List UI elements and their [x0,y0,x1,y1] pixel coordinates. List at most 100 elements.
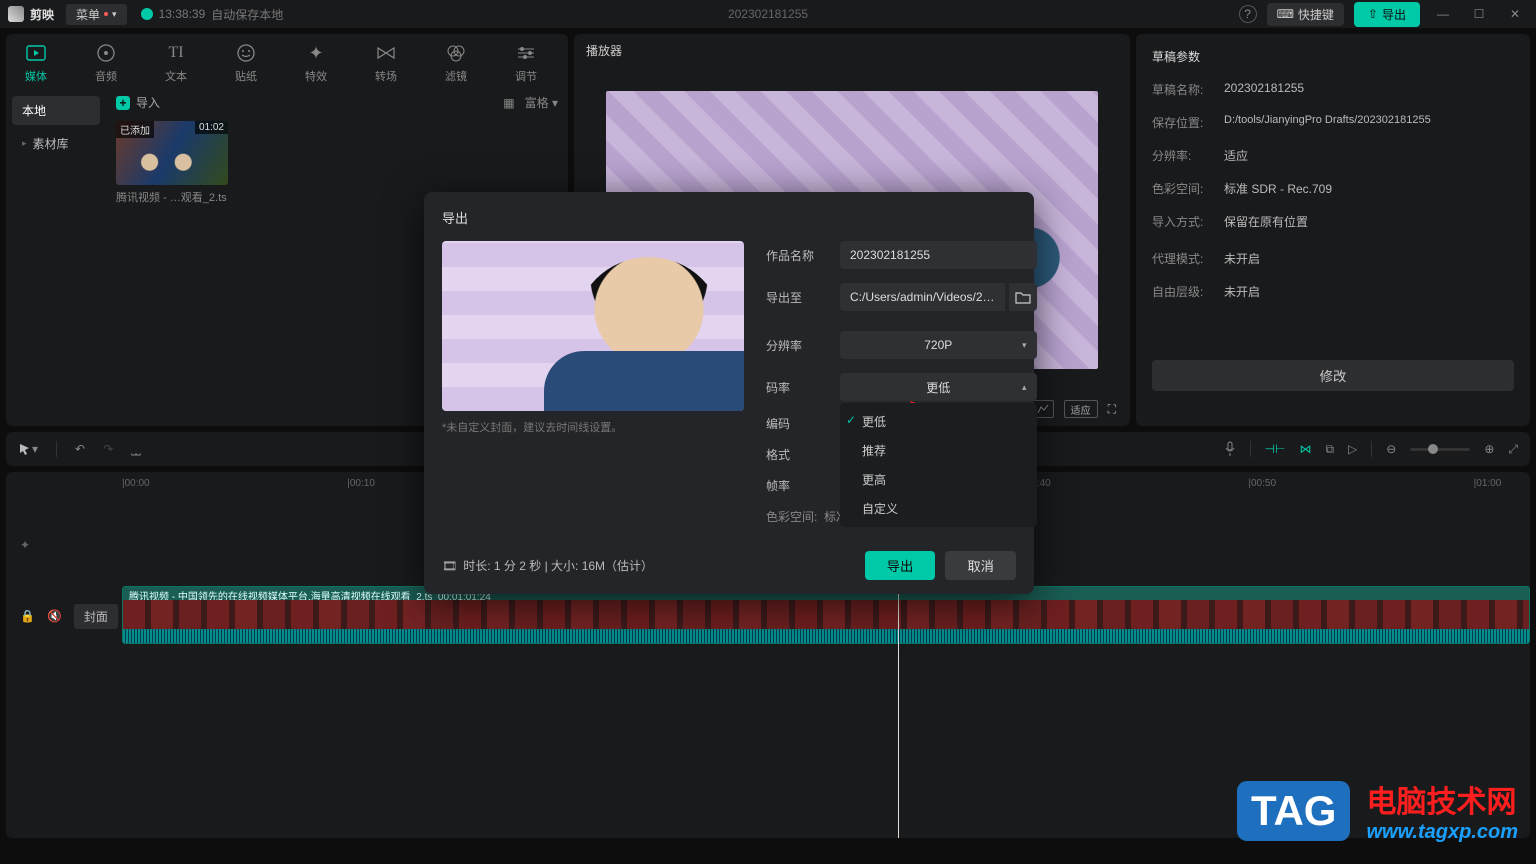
export-confirm-button[interactable]: 导出 [865,551,936,580]
sidebar-item-local[interactable]: 本地 [12,96,100,125]
params-title: 草稿参数 [1152,48,1514,65]
zoom-out-icon[interactable]: ⊖ [1386,442,1396,456]
zoom-in-icon[interactable]: ⊕ [1484,442,1494,456]
bitrate-select[interactable]: 更低 ▴ 更低 推荐 更高 自定义 [840,373,1037,401]
split-icon[interactable]: ⎵⎵ [131,442,141,457]
fit-button[interactable]: 适应 [1064,400,1098,418]
titlebar: 剪映 菜单 ▾ 13:38:39 自动保存本地 202302181255 ? ⌨… [0,0,1536,28]
project-name[interactable]: 202302181255 [728,7,808,21]
effect-icon: ✦ [305,42,327,64]
thumbnail-image: 已添加 01:02 [116,121,228,185]
tab-adjust[interactable]: 调节 [506,42,546,84]
tab-text-label: 文本 [165,68,187,84]
export-path-label: 导出至 [766,289,840,306]
audio-icon [95,42,117,64]
menu-button[interactable]: 菜单 ▾ [66,4,127,25]
tab-text[interactable]: TI 文本 [156,42,196,84]
link-icon[interactable]: ⧉ [1325,442,1334,457]
sticker-icon [235,42,257,64]
bitrate-value: 更低 [926,379,950,396]
params-color-val: 标准 SDR - Rec.709 [1224,180,1332,197]
tab-sticker[interactable]: 贴纸 [226,42,266,84]
export-cancel-button[interactable]: 取消 [945,551,1016,580]
fx-track-icon[interactable]: ✦ [20,538,30,552]
preview-icon[interactable]: ▷ [1348,442,1357,456]
zoom-slider[interactable] [1410,448,1470,451]
lock-icon[interactable]: 🔒 [20,609,35,623]
tab-transition[interactable]: 转场 [366,42,406,84]
cover-preview[interactable] [442,241,744,411]
zoom-fit-icon[interactable]: ⤢ [1508,442,1518,457]
export-path-input[interactable]: C:/Users/admin/Videos/2… [840,283,1005,311]
ruler-tick: |00:50 [1248,478,1276,489]
tab-audio[interactable]: 音频 [86,42,126,84]
media-icon [25,42,47,64]
watermark-line2: www.tagxp.com [1366,821,1518,844]
export-codec-label: 编码 [766,415,840,432]
bitrate-option-lower[interactable]: 更低 [840,407,1037,436]
params-import-key: 导入方式: [1152,213,1224,230]
tab-filter-label: 滤镜 [445,68,467,84]
tab-media-label: 媒体 [25,68,47,84]
autosave-status: 13:38:39 自动保存本地 [141,6,284,23]
tab-effect[interactable]: ✦ 特效 [296,42,336,84]
export-fps-label: 帧率 [766,477,840,494]
modify-button[interactable]: 修改 [1152,360,1514,391]
bitrate-option-recommend[interactable]: 推荐 [840,436,1037,465]
window-close-icon[interactable]: ✕ [1502,7,1528,21]
params-res-val: 适应 [1224,147,1248,164]
cover-button[interactable]: 封面 [74,604,118,629]
video-clip[interactable]: 腾讯视频 - 中国领先的在线视频媒体平台,海量高清视频在线观看_2.ts 00:… [122,586,1530,644]
tab-filter[interactable]: 滤镜 [436,42,476,84]
params-layer-val: 未开启 [1224,283,1260,300]
tab-adjust-label: 调节 [515,68,537,84]
fullscreen-icon[interactable]: ⛶ [1108,402,1116,417]
resolution-select[interactable]: 720P▾ [840,331,1037,359]
filter-icon [445,42,467,64]
magnet-aux-icon[interactable]: ⋈ [1299,442,1311,456]
browse-folder-button[interactable] [1009,283,1037,311]
export-name-input[interactable]: 202302181255 [840,241,1037,269]
pointer-tool-icon[interactable]: ▾ [18,442,38,456]
params-proxy-key: 代理模式: [1152,250,1224,267]
colorspace-label: 色彩空间: [766,510,817,524]
window-minimize-icon[interactable]: — [1430,7,1456,21]
params-import-val: 保留在原有位置 [1224,213,1308,230]
watermark-tag: TAG [1237,781,1351,841]
bitrate-option-higher[interactable]: 更高 [840,465,1037,494]
watermark: TAG 电脑技术网 www.tagxp.com [1237,777,1518,844]
undo-icon[interactable]: ↶ [75,442,85,456]
sort-dropdown[interactable]: 富格 ▾ [525,94,558,111]
help-icon[interactable]: ? [1239,5,1257,23]
layout-toggle-icon[interactable]: ▦ [503,96,514,110]
sort-label: 富格 [525,96,549,110]
params-res-key: 分辨率: [1152,147,1224,164]
media-thumbnail[interactable]: 已添加 01:02 腾讯视频 - …观看_2.ts [116,121,228,205]
import-label: 导入 [136,94,160,111]
chevron-up-icon: ▴ [1022,382,1027,393]
params-proxy-val: 未开启 [1224,250,1260,267]
window-maximize-icon[interactable]: ☐ [1466,7,1492,21]
export-format-label: 格式 [766,446,840,463]
export-button-top[interactable]: ⇧ 导出 [1354,2,1420,27]
redo-icon[interactable]: ↷ [103,442,113,456]
video-track: 🔒 🔇 封面 腾讯视频 - 中国领先的在线视频媒体平台,海量高清视频在线观看_2… [6,586,1530,646]
bitrate-option-custom[interactable]: 自定义 [840,494,1037,523]
mute-icon[interactable]: 🔇 [47,609,62,623]
fit-label: 适应 [1071,402,1091,417]
shortcut-label: 快捷键 [1298,6,1334,23]
thumbnail-duration: 01:02 [195,121,228,134]
chevron-right-icon: ▸ [22,138,27,149]
tab-media[interactable]: 媒体 [16,42,56,84]
export-icon: ⇧ [1368,7,1378,21]
mic-icon[interactable] [1224,441,1236,457]
export-top-label: 导出 [1382,6,1406,23]
sidebar-item-library[interactable]: ▸ 素材库 [12,129,100,158]
sidebar-library-label: 素材库 [33,135,69,152]
magnet-main-icon[interactable]: ⊣⊢ [1265,442,1286,456]
export-dialog: 导出 *未自定义封面，建议去时间线设置。 作品名称 202302181255 导… [424,192,1034,594]
sidebar-local-label: 本地 [22,102,46,119]
thumbnail-added-badge: 已添加 [116,121,154,138]
shortcut-keys-button[interactable]: ⌨ 快捷键 [1267,3,1344,26]
import-button[interactable]: + 导入 [116,94,160,111]
